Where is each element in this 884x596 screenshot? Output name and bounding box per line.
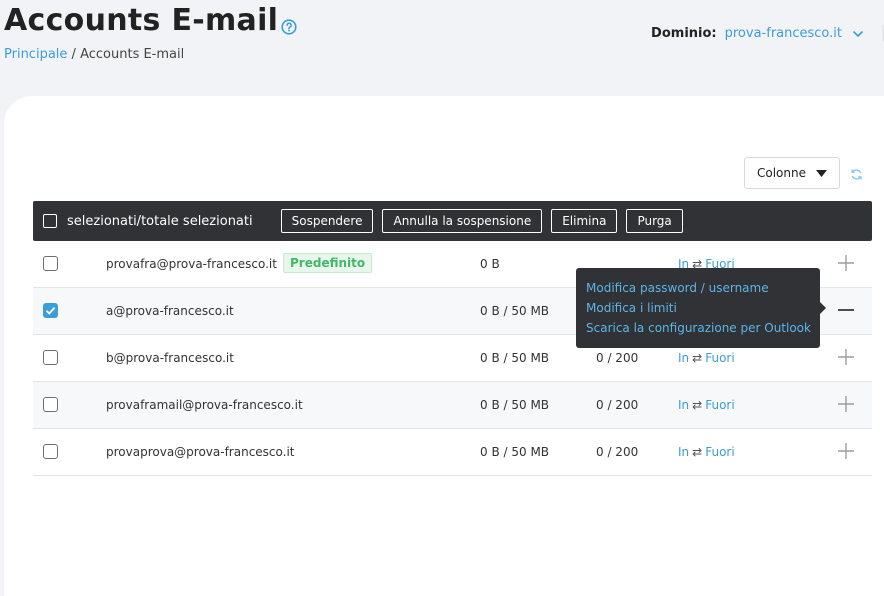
- suspend-button[interactable]: Sospendere: [280, 209, 374, 233]
- account-email: provaframail@prova-francesco.it: [106, 398, 303, 412]
- account-email: a@prova-francesco.it: [106, 304, 234, 318]
- breadcrumb: Principale / Accounts E-mail: [4, 47, 184, 62]
- menu-item-edit-password[interactable]: Modifica password / username: [586, 278, 810, 298]
- domain-value[interactable]: prova-francesco.it: [725, 26, 842, 41]
- out-link[interactable]: Fuori: [705, 445, 734, 459]
- default-badge: Predefinito: [283, 253, 373, 273]
- io-separator: ⇄: [692, 351, 703, 365]
- refresh-icon[interactable]: [850, 168, 863, 181]
- io-separator: ⇄: [692, 445, 703, 459]
- table-row: provaframail@prova-francesco.it 0 B / 50…: [33, 382, 872, 429]
- check-icon: [45, 306, 56, 315]
- in-link[interactable]: In: [678, 351, 689, 365]
- row-checkbox[interactable]: [43, 303, 58, 318]
- out-link[interactable]: Fuori: [705, 398, 734, 412]
- selection-label: selezionati/totale selezionati: [67, 213, 253, 229]
- io-links: In ⇄ Fuori: [678, 445, 735, 459]
- account-email: provafra@prova-francesco.it: [106, 257, 277, 271]
- account-quota: 0 / 200: [596, 445, 639, 459]
- table-row: provaprova@prova-francesco.it 0 B / 50 M…: [33, 429, 872, 476]
- account-size: 0 B / 50 MB: [480, 351, 550, 365]
- row-checkbox[interactable]: [43, 256, 58, 271]
- out-link[interactable]: Fuori: [705, 351, 734, 365]
- account-quota: 0 / 200: [596, 398, 639, 412]
- menu-arrow: [820, 302, 826, 314]
- select-all-checkbox[interactable]: [43, 214, 57, 228]
- columns-button[interactable]: Colonne: [744, 157, 840, 189]
- breadcrumb-home-link[interactable]: Principale: [4, 47, 67, 62]
- account-email: b@prova-francesco.it: [106, 351, 234, 365]
- account-email: provaprova@prova-francesco.it: [106, 445, 295, 459]
- io-links: In ⇄ Fuori: [678, 351, 735, 365]
- bulk-actions-toolbar: selezionati/totale selezionati Sospender…: [33, 201, 872, 241]
- row-checkbox[interactable]: [43, 397, 58, 412]
- plus-icon[interactable]: [837, 254, 855, 272]
- purge-button[interactable]: Purga: [626, 209, 683, 233]
- account-size: 0 B / 50 MB: [480, 304, 550, 318]
- plus-icon[interactable]: [837, 442, 855, 460]
- columns-label: Colonne: [757, 166, 806, 180]
- unsuspend-button[interactable]: Annulla la sospensione: [382, 209, 543, 233]
- account-quota: 0 / 200: [596, 351, 639, 365]
- plus-icon[interactable]: [837, 348, 855, 366]
- minus-icon[interactable]: [837, 301, 855, 319]
- page-title: Accounts E-mail: [4, 3, 279, 38]
- io-links: In ⇄ Fuori: [678, 398, 735, 412]
- menu-item-download-outlook-config[interactable]: Scarica la configurazione per Outlook: [586, 318, 811, 338]
- breadcrumb-current: Accounts E-mail: [80, 47, 185, 62]
- in-link[interactable]: In: [678, 445, 689, 459]
- breadcrumb-separator: /: [71, 47, 76, 62]
- row-checkbox[interactable]: [43, 444, 58, 459]
- row-actions-menu: Modifica password / username Modifica i …: [576, 268, 826, 348]
- in-link[interactable]: In: [678, 398, 689, 412]
- menu-item-edit-limits[interactable]: Modifica i limiti: [586, 298, 810, 318]
- chevron-down-icon[interactable]: [852, 30, 864, 38]
- domain-selector[interactable]: Dominio: prova-francesco.it: [651, 26, 864, 41]
- io-separator: ⇄: [692, 398, 703, 412]
- account-size: 0 B / 50 MB: [480, 398, 550, 412]
- caret-down-icon: [816, 169, 827, 177]
- help-circle-icon[interactable]: [281, 19, 297, 35]
- account-size: 0 B: [480, 257, 500, 271]
- delete-button[interactable]: Elimina: [551, 209, 618, 233]
- account-size: 0 B / 50 MB: [480, 445, 550, 459]
- plus-icon[interactable]: [837, 395, 855, 413]
- domain-label: Dominio:: [651, 26, 717, 41]
- row-checkbox[interactable]: [43, 350, 58, 365]
